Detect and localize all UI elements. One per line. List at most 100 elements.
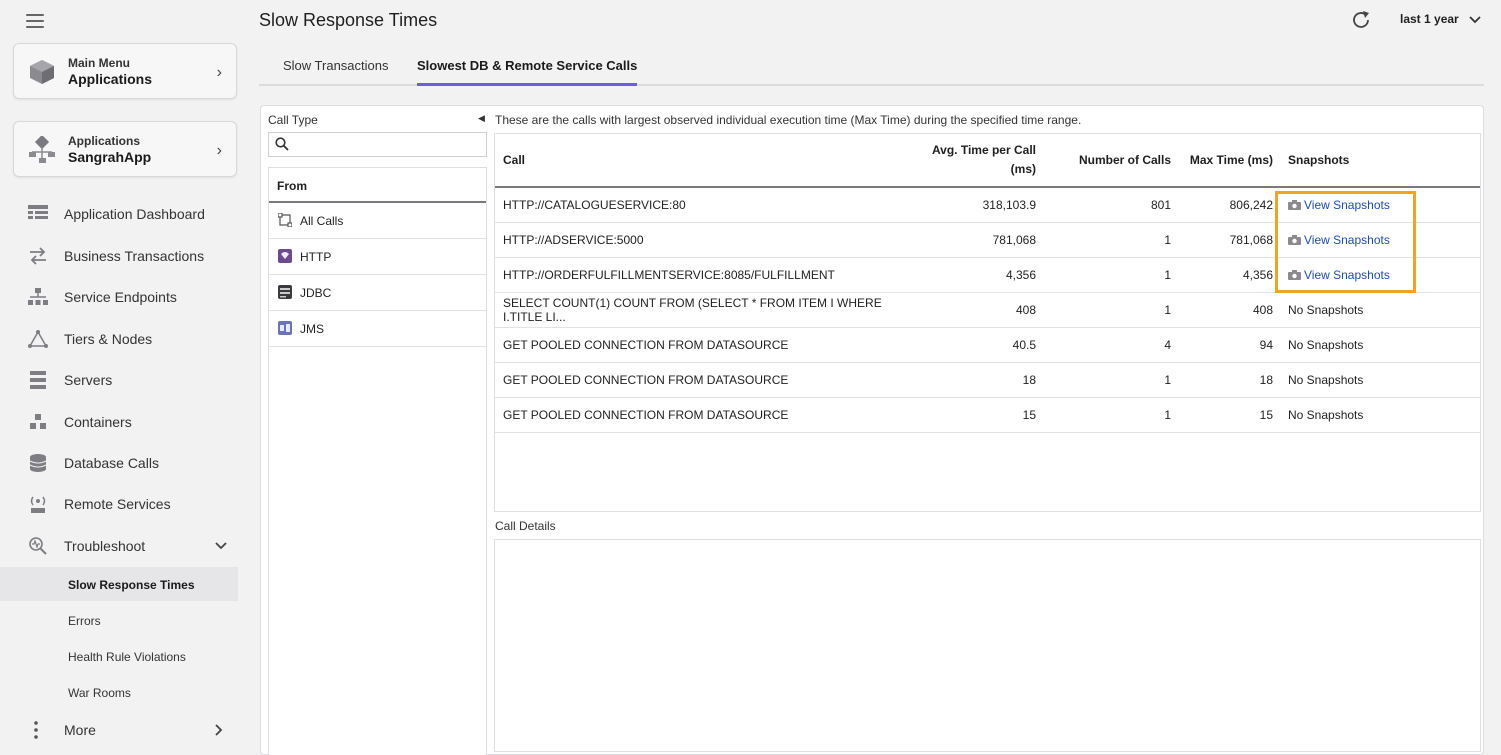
sidebar-item-tiers-nodes[interactable]: Tiers & Nodes <box>0 321 238 357</box>
table-row[interactable]: GET POOLED CONNECTION FROM DATASOURCE 40… <box>495 327 1480 363</box>
num-calls-cell: 1 <box>1038 397 1173 433</box>
sidebar-item-troubleshoot[interactable]: Troubleshoot <box>0 528 238 564</box>
view-snapshots-link[interactable]: View Snapshots <box>1304 268 1390 282</box>
sidebar-subitem-label: Slow Response Times <box>68 578 195 592</box>
num-calls-cell: 1 <box>1038 257 1173 293</box>
sidebar-item-service-endpoints[interactable]: Service Endpoints <box>0 279 238 315</box>
main-menu-card[interactable]: Main Menu Applications › <box>13 43 237 99</box>
call-type-list: From All Calls HTTP JDBC JMS <box>268 167 487 755</box>
view-snapshots-link[interactable]: View Snapshots <box>1304 233 1390 247</box>
max-time-cell: 15 <box>1173 397 1275 433</box>
column-header-snapshots[interactable]: Snapshots <box>1275 134 1480 188</box>
num-calls-cell: 4 <box>1038 327 1173 363</box>
chevron-down-icon[interactable] <box>1468 13 1482 27</box>
chevron-right-icon: › <box>216 64 222 81</box>
remote-services-icon <box>30 496 46 513</box>
no-snapshots-text: No Snapshots <box>1275 292 1480 328</box>
sidebar-item-containers[interactable]: Containers <box>0 404 238 440</box>
column-header-number-of-calls[interactable]: Number of Calls <box>1038 134 1173 188</box>
sidebar-subitem-errors[interactable]: Errors <box>0 603 238 637</box>
app-card-caption: Applications <box>68 134 141 148</box>
tab-slowest-db-remote-calls[interactable]: Slowest DB & Remote Service Calls <box>417 58 638 86</box>
column-header-call[interactable]: Call <box>495 134 900 188</box>
table-row[interactable]: SELECT COUNT(1) COUNT FROM (SELECT * FRO… <box>495 292 1480 328</box>
dashboard-icon <box>28 205 48 219</box>
avg-time-cell: 40.5 <box>900 327 1038 363</box>
containers-icon <box>30 414 46 429</box>
call-type-item-jdbc[interactable]: JDBC <box>269 275 486 311</box>
sidebar-subitem-war-rooms[interactable]: War Rooms <box>0 675 238 709</box>
app-card-title: SangrahApp <box>68 149 152 165</box>
avg-time-cell: 318,103.9 <box>900 187 1038 223</box>
avg-time-cell: 18 <box>900 362 1038 398</box>
call-type-label: JDBC <box>300 286 332 300</box>
sidebar-item-label: Application Dashboard <box>64 206 205 222</box>
time-range-selector[interactable]: last 1 year <box>1400 12 1459 26</box>
jdbc-icon <box>278 285 292 299</box>
applications-cube-icon <box>30 60 54 84</box>
chevron-right-icon: › <box>216 142 222 159</box>
sidebar-item-more[interactable]: More <box>0 712 238 748</box>
chevron-right-icon <box>215 724 223 736</box>
call-cell: GET POOLED CONNECTION FROM DATASOURCE <box>495 327 900 363</box>
avg-time-cell: 15 <box>900 397 1038 433</box>
sidebar-item-business-transactions[interactable]: Business Transactions <box>0 238 238 274</box>
all-calls-icon <box>278 213 292 227</box>
app-card[interactable]: Applications SangrahApp › <box>13 121 237 177</box>
camera-icon <box>1288 199 1301 210</box>
num-calls-cell: 1 <box>1038 292 1173 328</box>
call-type-search <box>268 132 487 157</box>
call-type-search-input[interactable] <box>293 135 483 155</box>
sidebar-subitem-slow-response-times[interactable]: Slow Response Times <box>0 567 238 601</box>
column-header-max-time[interactable]: Max Time (ms) <box>1173 134 1275 188</box>
service-endpoints-icon <box>28 288 48 305</box>
sidebar-item-label: Servers <box>64 372 113 388</box>
sidebar-item-remote-services[interactable]: Remote Services <box>0 486 238 522</box>
num-calls-cell: 1 <box>1038 362 1173 398</box>
num-calls-cell: 801 <box>1038 187 1173 223</box>
refresh-icon[interactable] <box>1350 9 1372 31</box>
jms-icon <box>278 321 292 335</box>
sidebar-subitem-health-rule-violations[interactable]: Health Rule Violations <box>0 639 238 673</box>
table-row[interactable]: GET POOLED CONNECTION FROM DATASOURCE 18… <box>495 362 1480 398</box>
sidebar-item-label: Service Endpoints <box>64 289 177 305</box>
sidebar-item-label: Remote Services <box>64 496 171 512</box>
avg-time-cell: 408 <box>900 292 1038 328</box>
view-snapshots-link[interactable]: View Snapshots <box>1304 198 1390 212</box>
table-row[interactable]: GET POOLED CONNECTION FROM DATASOURCE 15… <box>495 397 1480 433</box>
more-vertical-dots-icon <box>34 721 38 739</box>
table-row[interactable]: HTTP://ORDERFULFILLMENTSERVICE:8085/FULF… <box>495 257 1480 293</box>
no-snapshots-text: No Snapshots <box>1275 327 1480 363</box>
call-details-label: Call Details <box>495 519 556 533</box>
hamburger-menu-icon[interactable] <box>26 14 44 28</box>
call-cell: SELECT COUNT(1) COUNT FROM (SELECT * FRO… <box>495 292 900 328</box>
sidebar-item-servers[interactable]: Servers <box>0 362 238 398</box>
sidebar-item-database-calls[interactable]: Database Calls <box>0 445 238 481</box>
sidebar-item-label: Tiers & Nodes <box>64 331 153 347</box>
call-type-item-http[interactable]: HTTP <box>269 239 486 275</box>
call-cell: HTTP://ORDERFULFILLMENTSERVICE:8085/FULF… <box>495 257 900 293</box>
collapse-left-icon[interactable]: ◀ <box>478 113 485 124</box>
http-icon <box>278 249 292 263</box>
sidebar-item-label: More <box>64 722 96 738</box>
sidebar-item-application-dashboard[interactable]: Application Dashboard <box>0 196 238 232</box>
tab-slow-transactions[interactable]: Slow Transactions <box>283 58 389 86</box>
call-type-label: JMS <box>300 322 324 336</box>
snapshots-cell: View Snapshots <box>1275 222 1480 258</box>
max-time-cell: 94 <box>1173 327 1275 363</box>
column-header-avg-time[interactable]: Avg. Time per Call (ms) <box>900 134 1038 188</box>
max-time-cell: 806,242 <box>1173 187 1275 223</box>
transactions-arrows-icon <box>30 247 46 265</box>
call-type-item-jms[interactable]: JMS <box>269 311 486 347</box>
table-row[interactable]: HTTP://CATALOGUESERVICE:80 318,103.9 801… <box>495 187 1480 223</box>
call-cell: GET POOLED CONNECTION FROM DATASOURCE <box>495 397 900 433</box>
camera-icon <box>1288 234 1301 245</box>
max-time-cell: 408 <box>1173 292 1275 328</box>
page-title: Slow Response Times <box>259 10 438 30</box>
no-snapshots-text: No Snapshots <box>1275 397 1480 433</box>
sidebar-item-label: Troubleshoot <box>64 538 146 554</box>
no-snapshots-text: No Snapshots <box>1275 362 1480 398</box>
call-type-item-all-calls[interactable]: All Calls <box>269 203 486 239</box>
avg-time-cell: 4,356 <box>900 257 1038 293</box>
table-row[interactable]: HTTP://ADSERVICE:5000 781,068 1 781,068 … <box>495 222 1480 258</box>
